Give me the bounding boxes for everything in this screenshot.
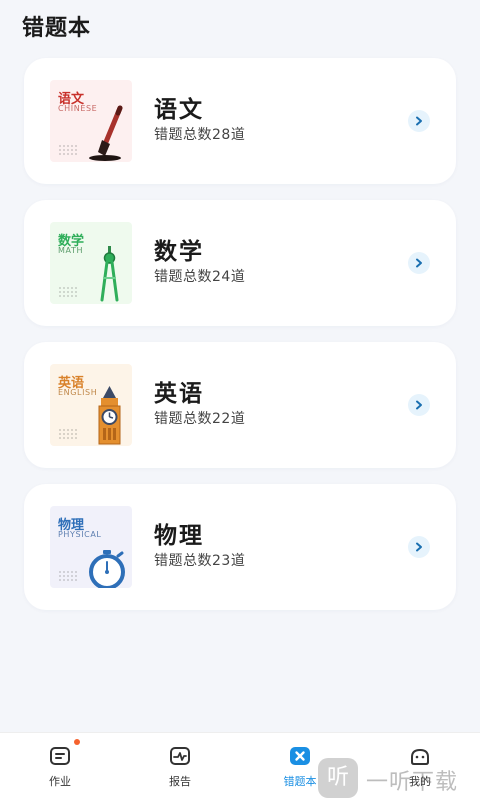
chevron-right-icon[interactable] bbox=[408, 536, 430, 558]
chevron-right-icon[interactable] bbox=[408, 394, 430, 416]
subject-name: 数学 bbox=[154, 239, 204, 265]
tab-label: 报告 bbox=[169, 775, 191, 788]
mistake-count: 错题总数22道 bbox=[154, 411, 246, 427]
subject-card-english[interactable]: 英语 ENGLISH 英语 错题总数22道 bbox=[24, 342, 456, 468]
subject-card-math[interactable]: 数学 MATH 数学 错题总数24道 bbox=[24, 200, 456, 326]
subject-name: 语文 bbox=[154, 97, 204, 123]
chinese-thumbnail: 语文 CHINESE bbox=[50, 80, 132, 162]
physics-thumbnail: 物理 PHYSICAL bbox=[50, 506, 132, 588]
subject-card-physics[interactable]: 物理 PHYSICAL 物理 错题总数23道 bbox=[24, 484, 456, 610]
subject-name: 英语 bbox=[154, 381, 204, 407]
tab-label: 作业 bbox=[49, 775, 71, 788]
chevron-right-icon[interactable] bbox=[408, 110, 430, 132]
subject-card-chinese[interactable]: 语文 CHINESE 语文 错题总数28道 bbox=[24, 58, 456, 184]
report-icon bbox=[170, 747, 190, 765]
tab-report[interactable]: 报告 bbox=[120, 733, 240, 801]
homework-icon bbox=[50, 747, 70, 765]
calligraphy-brush-icon bbox=[89, 105, 123, 161]
subject-name: 物理 bbox=[154, 523, 204, 549]
big-ben-icon bbox=[98, 386, 121, 445]
mistake-count: 错题总数28道 bbox=[154, 127, 246, 143]
mistake-book-icon bbox=[290, 747, 310, 765]
watermark: 听 一听下载 bbox=[318, 752, 480, 800]
watermark-text: 一听下载 bbox=[366, 770, 459, 795]
watermark-logo: 听 bbox=[318, 758, 358, 798]
english-thumbnail: 英语 ENGLISH bbox=[50, 364, 132, 446]
chevron-right-icon[interactable] bbox=[408, 252, 430, 274]
notification-badge bbox=[74, 739, 80, 745]
page-title: 错题本 bbox=[22, 16, 92, 41]
tab-homework[interactable]: 作业 bbox=[0, 733, 120, 801]
stopwatch-icon bbox=[89, 550, 125, 588]
mistake-count: 错题总数24道 bbox=[154, 269, 246, 285]
compass-icon bbox=[100, 246, 119, 302]
math-thumbnail: 数学 MATH bbox=[50, 222, 132, 304]
mistake-count: 错题总数23道 bbox=[154, 553, 246, 569]
